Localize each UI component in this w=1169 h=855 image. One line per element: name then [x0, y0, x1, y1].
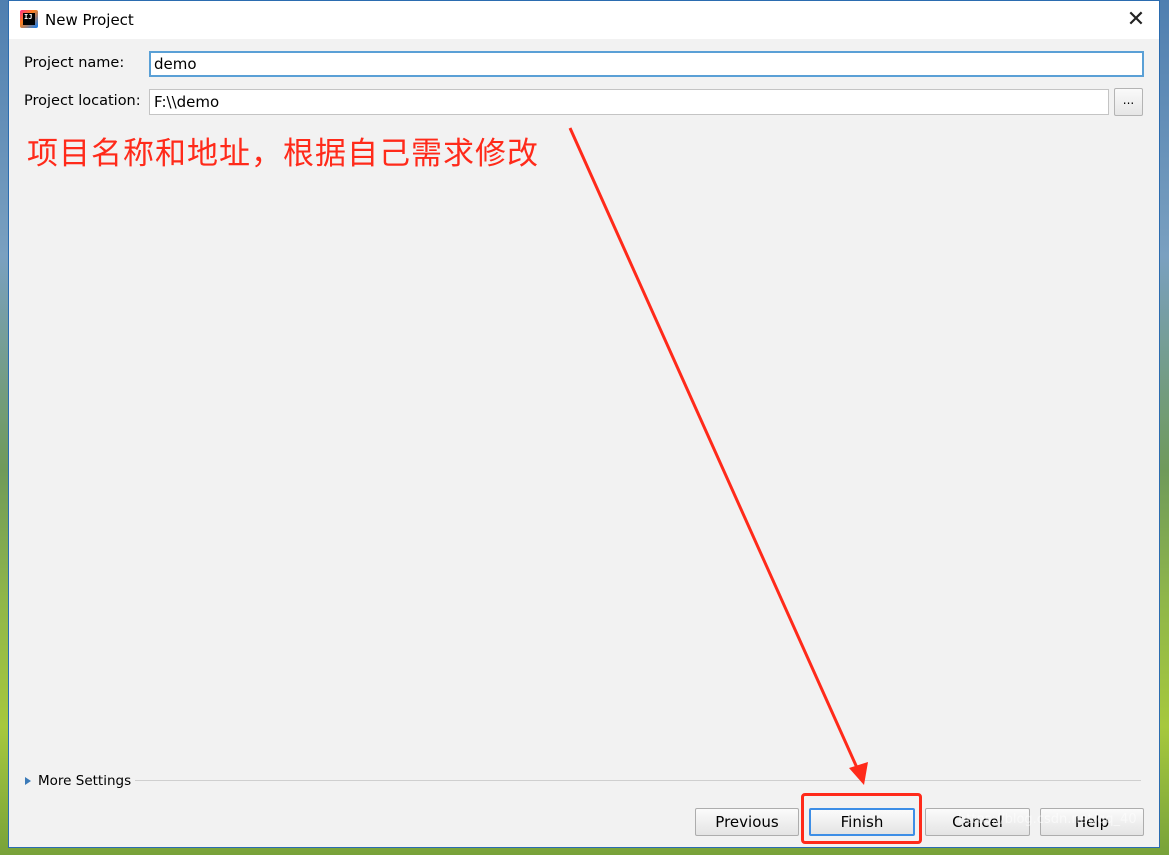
intellij-app-icon: IJ	[20, 10, 38, 28]
watermark-text: https://blog.csdn.net/qq_40	[958, 812, 1137, 827]
more-settings-label: More Settings	[38, 773, 132, 789]
project-name-input[interactable]	[149, 51, 1144, 77]
close-button[interactable]: ✕	[1113, 1, 1159, 39]
close-icon: ✕	[1126, 7, 1146, 32]
project-name-label: Project name:	[24, 55, 125, 71]
finish-highlight-box	[801, 793, 922, 844]
settings-divider	[135, 780, 1141, 781]
expand-triangle-icon	[25, 777, 31, 785]
project-location-input[interactable]	[149, 89, 1109, 115]
more-settings-toggle[interactable]: More Settings	[25, 773, 131, 789]
new-project-dialog: IJ New Project ✕ Project name: Project l…	[8, 0, 1160, 848]
window-title: New Project	[45, 11, 134, 29]
browse-location-button[interactable]: ...	[1114, 88, 1143, 116]
title-bar: IJ New Project ✕	[9, 1, 1159, 39]
previous-button[interactable]: Previous	[695, 808, 799, 836]
annotation-text: 项目名称和地址，根据自己需求修改	[27, 136, 539, 172]
project-location-label: Project location:	[24, 93, 141, 109]
